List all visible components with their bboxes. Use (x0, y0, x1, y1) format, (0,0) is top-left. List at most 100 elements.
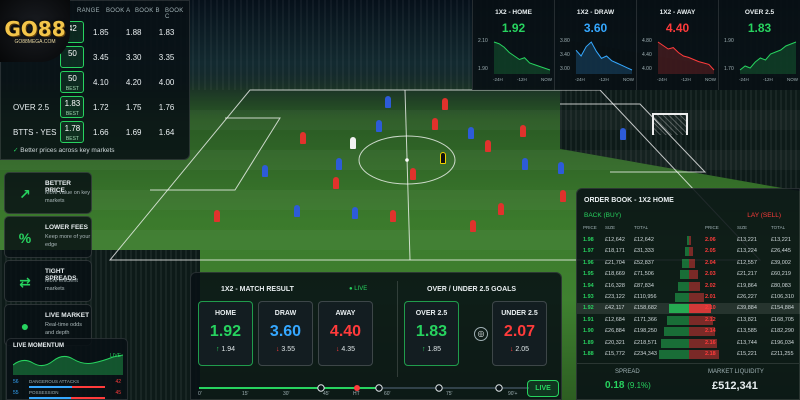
order-book-row[interactable]: 1.91 £12,684 £171,366 2.12 £13,821 £168,705 (577, 315, 800, 326)
back-cell: £26,884 (605, 328, 625, 335)
mini-chart-value: 1.92 (501, 21, 526, 35)
lay-cell: £80,083 (771, 282, 791, 289)
order-book-row[interactable]: 1.92 £42,117 £158,682 2.10 £39,884 £154,884 (577, 303, 800, 315)
market-odds: 4.40 (329, 323, 362, 340)
momentum-bar-fill (29, 397, 71, 399)
trend-up-icon: ↗ (19, 185, 31, 202)
order-book-panel: ORDER BOOK - 1X2 HOME BACK (BUY) LAY (SE… (576, 188, 800, 400)
timeline-tick: 60' (384, 391, 391, 397)
mini-chart[interactable]: OVER 2.5 1.83 1.90 1.70 -24H -12H NOW (718, 0, 800, 90)
odds-row[interactable]: OVER 2.5 1.83 BEST 1.72 1.75 1.76 (13, 94, 183, 120)
market-odds: 1.92 (209, 323, 242, 340)
momentum-stat-label: POSSESSION (29, 390, 59, 395)
market-odds-button[interactable]: OVER 2.5 1.83 ↑ 1.85 (404, 301, 459, 366)
odds-footer-text: Better prices across key markets (20, 147, 115, 154)
mini-chart-y-tick: 3.00 (560, 66, 570, 72)
odds-row[interactable]: 50 BEST 4.10 4.20 4.00 (13, 69, 183, 95)
order-book-row[interactable]: 1.93 £23,122 £110,956 2.01 £26,227 £106,310 (577, 292, 800, 303)
feature-title: LIVE MARKET (45, 312, 90, 319)
back-depth-bar (659, 350, 689, 359)
lay-depth-bar (689, 258, 695, 268)
odds-footer: ✓ Better prices across key markets (13, 146, 115, 154)
market-odds-button[interactable]: AWAY 4.40 ↓ 4.35 (318, 301, 373, 366)
mini-chart-area (658, 42, 714, 74)
market-previous-odds: 2.05 (515, 346, 530, 353)
lay-cell: £13,221 (771, 237, 791, 243)
lay-cell: £182,290 (771, 328, 794, 335)
mini-chart-line (739, 41, 797, 74)
lay-cell: £13,224 (737, 248, 757, 255)
brand-name: GO88 (4, 17, 66, 41)
market-odds-button[interactable]: DRAW 3.60 ↓ 3.55 (258, 301, 313, 366)
swap-icon[interactable]: ◎ (474, 327, 488, 341)
lay-cell: £15,221 (737, 351, 757, 357)
market-odds-button[interactable]: HOME 1.92 ↑ 1.94 (198, 301, 253, 366)
player-figure (336, 158, 342, 170)
order-book-row[interactable]: 1.94 £16,328 £87,834 2.02 £19,864 £80,083 (577, 281, 800, 292)
feature-desc: More efficient markets (45, 278, 78, 292)
feature-desc: More value on key markets (45, 190, 90, 204)
lay-cell: 2.03 (705, 271, 716, 278)
player-figure (522, 158, 528, 170)
brand-logo[interactable]: GO88 GO88MEGA.COM (0, 0, 70, 62)
lay-cell: £19,864 (737, 282, 757, 289)
best-price-cell[interactable]: 1.83 BEST (60, 96, 85, 118)
mini-chart-value: 4.40 (665, 21, 690, 35)
mini-chart-y-tick: 1.70 (724, 66, 734, 72)
best-price-cell[interactable]: 50 BEST (60, 71, 85, 93)
back-cell: 1.90 (583, 328, 594, 335)
match-result-title: 1X2 - MATCH RESULT (221, 286, 294, 293)
order-book-row[interactable]: 1.88 £15,772 £234,343 2.18 £15,221 £211,255 (577, 349, 800, 360)
back-cell: £12,642 (634, 237, 654, 243)
mini-chart[interactable]: 1X2 - DRAW 3.60 3.80 3.40 3.00 -24H -12H NOW (554, 0, 636, 90)
market-odds: 3.60 (269, 323, 302, 340)
back-cell: 1.92 (583, 305, 594, 312)
order-book-row[interactable]: 1.98 £12,642 £12,642 2.06 £13,221 £13,221 (577, 235, 800, 246)
mini-chart[interactable]: 1X2 - HOME 1.92 2.10 1.90 -24H -12H NOW (472, 0, 554, 90)
lay-cell: 2.06 (705, 237, 716, 243)
odds-row[interactable]: BTTS - YES 1.78 BEST 1.66 1.69 1.64 (13, 119, 183, 145)
best-price-cell[interactable]: 1.78 BEST (60, 121, 85, 143)
odds-header-range: RANGE (77, 8, 100, 14)
order-book-header: TOTAL (771, 225, 786, 230)
order-book-header: SIZE (737, 225, 748, 230)
order-book-row[interactable]: 1.97 £18,171 £31,333 2.05 £13,224 £26,445 (577, 246, 800, 257)
order-book-row[interactable]: 1.95 £18,669 £71,506 2.03 £21,217 £60,219 (577, 269, 800, 280)
match-result-live: ● LIVE (349, 286, 368, 292)
live-button[interactable]: LIVE (527, 380, 559, 397)
timeline-tick: 30' (283, 391, 290, 397)
mini-chart-y-tick: 4.00 (642, 66, 652, 72)
lay-cell: £26,227 (737, 294, 757, 300)
back-cell: £15,772 (605, 351, 625, 357)
momentum-stat-label: DANGEROUS ATTACKS (29, 379, 80, 384)
mini-chart-x-tick: -24H (493, 77, 503, 82)
order-book-row[interactable]: 1.96 £21,704 £52,837 2.04 £12,557 £39,002 (577, 258, 800, 269)
back-cell: £20,321 (605, 339, 625, 346)
order-book-row[interactable]: 1.90 £26,884 £198,250 2.14 £13,585 £182,290 (577, 326, 800, 337)
lay-depth-bar (689, 270, 698, 280)
back-cell: £23,122 (605, 294, 625, 300)
mini-chart[interactable]: 1X2 - AWAY 4.40 4.80 4.40 4.00 -24H -12H NOW (636, 0, 718, 90)
market-label: UNDER 2.5 (501, 310, 538, 317)
market-change: ↑ 1.85 (405, 346, 458, 353)
check-icon: ✓ (13, 147, 19, 154)
market-label: HOME (215, 310, 236, 317)
player-figure (470, 220, 476, 232)
mini-chart-title: OVER 2.5 (744, 9, 775, 16)
market-change: ↓ 2.05 (493, 346, 546, 353)
odds-row-label: OVER 2.5 (13, 102, 50, 112)
percent-icon: % (18, 230, 32, 246)
market-label: OVER 2.5 (415, 310, 448, 317)
spread-label: SPREAD (615, 369, 640, 375)
market-odds-button[interactable]: UNDER 2.5 2.07 ↓ 2.05 (492, 301, 547, 366)
back-cell: £52,837 (634, 259, 654, 266)
mini-chart-y-tick: 1.90 (724, 38, 734, 44)
back-cell: 1.94 (583, 282, 594, 289)
liquidity-label: MARKET LIQUIDITY (708, 369, 764, 375)
player-figure (262, 165, 268, 177)
order-book-row[interactable]: 1.89 £20,321 £218,571 2.16 £13,744 £196,034 (577, 338, 800, 349)
best-price-value: 1.83 (64, 99, 81, 108)
order-book-header: PRICE (583, 225, 597, 230)
momentum-chart (13, 354, 123, 375)
order-book-header: SIZE (605, 225, 616, 230)
